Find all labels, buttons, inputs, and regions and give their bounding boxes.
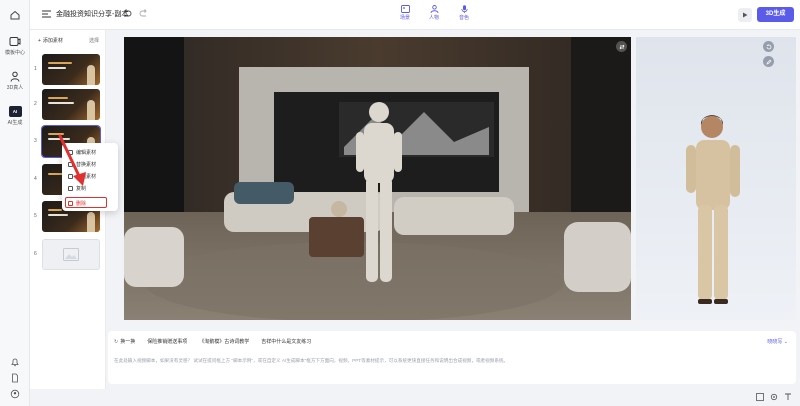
voice-label: 晓晓写 xyxy=(767,339,783,345)
rail-item-label: 模板中心 xyxy=(4,50,25,56)
suggestion-chip[interactable]: 保险推销赠送事项 xyxy=(147,338,187,345)
delete-highlight-box xyxy=(65,197,107,208)
rail-item-template[interactable]: 模板中心 xyxy=(0,36,30,56)
scene-preview[interactable] xyxy=(124,37,631,320)
slide-number: 2 xyxy=(34,101,37,107)
preview-play-button[interactable] xyxy=(738,8,752,22)
slide-number: 3 xyxy=(34,138,37,144)
add-material-button[interactable]: + 添加素材 xyxy=(38,37,63,44)
suggestion-chip[interactable]: 吉祥中什么是文友练习 xyxy=(261,338,311,345)
rail-item-label: AI生成 xyxy=(7,120,23,126)
slide-number: 1 xyxy=(34,66,37,72)
select-slides-button[interactable]: 选择 xyxy=(89,37,99,44)
slide-item[interactable]: 1 xyxy=(34,54,100,85)
play-icon xyxy=(743,12,748,18)
rail-item-3d-person[interactable]: 3D真人 xyxy=(0,71,30,91)
ai-icon: AI xyxy=(8,106,22,117)
generate-3d-button[interactable]: 3D生成 xyxy=(757,7,794,22)
tool-character[interactable]: 人物 xyxy=(424,5,444,21)
slide-number: 5 xyxy=(34,213,37,219)
person-icon xyxy=(10,71,20,82)
template-icon xyxy=(9,37,21,46)
rotate-icon xyxy=(766,43,771,49)
tool-scene[interactable]: 场景 xyxy=(395,5,415,21)
refresh-suggestions-button[interactable]: 换一换 xyxy=(114,338,135,345)
fullscreen-icon[interactable] xyxy=(756,393,764,401)
script-input-placeholder[interactable]: 在此处输入视频脚本，如果没有灵感？ 试试在提问框上方 "脚本示例"，或在自定义 … xyxy=(114,358,508,364)
slide-thumbnail-empty xyxy=(42,239,100,270)
pencil-icon xyxy=(766,59,771,64)
chevron-down-icon: ⌄ xyxy=(783,339,788,345)
slide-number: 6 xyxy=(34,251,37,257)
suggestion-chip[interactable]: 《淘鹅模》古诗词教学 xyxy=(199,338,249,345)
tool-label: 人物 xyxy=(428,15,439,21)
annotation-arrow-icon xyxy=(58,134,86,186)
menu-icon[interactable] xyxy=(42,10,51,18)
document-icon[interactable] xyxy=(10,373,20,383)
scene-render xyxy=(124,37,631,320)
document-title[interactable]: 金融投资知识分享-副本 xyxy=(56,9,128,19)
microphone-icon xyxy=(460,5,468,13)
tool-label: 场景 xyxy=(399,15,410,21)
scene-icon xyxy=(400,5,410,13)
tool-voice[interactable]: 音色 xyxy=(454,5,474,21)
edit-avatar-button[interactable] xyxy=(763,56,774,67)
script-suggestions: 换一换 保险推销赠送事项 《淘鹅模》古诗词教学 吉祥中什么是文友练习 xyxy=(114,338,311,345)
image-placeholder-icon xyxy=(63,248,79,261)
swap-view-button[interactable] xyxy=(616,41,627,52)
plus-icon: + xyxy=(38,38,41,44)
character-icon xyxy=(430,5,438,13)
redo-icon[interactable] xyxy=(139,8,149,18)
left-rail: 模板中心 3D真人 AI AI生成 xyxy=(0,0,30,406)
avatar-preview[interactable] xyxy=(636,37,796,320)
settings-icon[interactable] xyxy=(770,393,778,401)
slide-number: 4 xyxy=(34,176,37,182)
bell-icon[interactable] xyxy=(10,357,20,367)
voice-selector[interactable]: 晓晓写 ⌄ xyxy=(767,338,788,345)
rotate-button[interactable] xyxy=(763,41,774,52)
undo-icon[interactable] xyxy=(122,8,132,18)
user-avatar-icon[interactable] xyxy=(10,389,20,399)
tool-label: 音色 xyxy=(458,15,469,21)
rail-item-ai-generate[interactable]: AI AI生成 xyxy=(0,106,30,126)
slide-thumbnail xyxy=(42,54,100,85)
avatar-render xyxy=(686,115,740,304)
script-editor[interactable]: 换一换 保险推销赠送事项 《淘鹅模》古诗词教学 吉祥中什么是文友练习 晓晓写 ⌄… xyxy=(108,331,796,384)
swap-icon xyxy=(619,44,624,49)
home-icon[interactable] xyxy=(9,9,21,21)
top-bar: 金融投资知识分享-副本 场景 人物 音色 3D生成 xyxy=(30,0,800,30)
app-root: 模板中心 3D真人 AI AI生成 金融投资知识分享-副本 场景 人物 音色 3… xyxy=(0,0,800,406)
text-icon[interactable] xyxy=(784,393,792,401)
slide-item[interactable]: 6 xyxy=(34,239,100,270)
add-material-label: 添加素材 xyxy=(42,38,63,44)
slide-item[interactable]: 2 xyxy=(34,89,100,120)
rail-item-label: 3D真人 xyxy=(6,85,24,91)
slide-thumbnail xyxy=(42,89,100,120)
